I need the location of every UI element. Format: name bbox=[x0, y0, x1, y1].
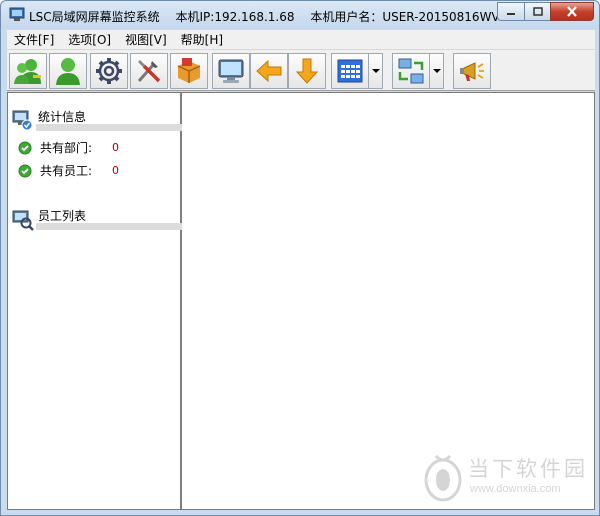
stat-row-departments: 共有部门: 0 bbox=[18, 139, 119, 156]
user-icon bbox=[56, 58, 80, 85]
app-icon bbox=[9, 7, 25, 21]
menu-options[interactable]: 选项[O] bbox=[61, 31, 118, 48]
grid-icon bbox=[337, 59, 363, 83]
package-icon bbox=[177, 58, 201, 83]
user-button[interactable] bbox=[49, 53, 87, 89]
check-circle-icon bbox=[18, 141, 32, 154]
toolbar bbox=[7, 49, 595, 91]
stat-row-employees: 共有员工: 0 bbox=[18, 162, 119, 179]
employees-count: 0 bbox=[112, 164, 119, 177]
employee-list-title[interactable]: 员工列表 bbox=[38, 207, 86, 224]
app-title: LSC局域网屏幕监控系统 bbox=[29, 10, 160, 24]
arrow-down-icon bbox=[295, 58, 319, 84]
monitor-icon bbox=[218, 59, 244, 83]
check-circle-icon bbox=[18, 164, 32, 177]
employees-label: 共有员工: bbox=[40, 164, 93, 178]
maximize-button[interactable] bbox=[524, 2, 550, 21]
menu-file[interactable]: 文件[F] bbox=[7, 31, 61, 48]
app-window: LSC局域网屏幕监控系统 本机IP:192.168.1.68 本机用户名：USE… bbox=[0, 0, 600, 516]
arrow-left-icon bbox=[256, 59, 282, 83]
window-controls bbox=[497, 2, 594, 21]
ip-address: 本机IP:192.168.1.68 bbox=[175, 10, 295, 24]
settings-button[interactable] bbox=[90, 53, 128, 89]
watermark-url: www.downxia.com bbox=[470, 483, 561, 495]
title-bar[interactable]: LSC局域网屏幕监控系统 本机IP:192.168.1.68 本机用户名：USE… bbox=[1, 1, 599, 29]
menu-view[interactable]: 视图[V] bbox=[118, 31, 174, 48]
close-icon bbox=[567, 6, 577, 17]
menu-help[interactable]: 帮助[H] bbox=[174, 31, 230, 48]
user-name: 本机用户名：USER-20150816WV bbox=[310, 10, 500, 24]
download-button[interactable] bbox=[288, 53, 326, 89]
network-transfer-icon bbox=[398, 58, 424, 84]
maximize-icon bbox=[532, 7, 543, 16]
screen-view-area[interactable] bbox=[184, 93, 594, 509]
watermark: 当下软件园 www.downxia.com bbox=[422, 452, 592, 504]
tools-icon bbox=[137, 60, 161, 83]
main-area: 统计信息 共有部门: 0 共有员工: 0 员工列表 bbox=[7, 92, 595, 510]
watermark-text: 当下软件园 bbox=[468, 457, 588, 481]
window-title: LSC局域网屏幕监控系统 本机IP:192.168.1.68 本机用户名：USE… bbox=[29, 8, 512, 25]
employee-list-icon bbox=[12, 210, 34, 231]
menu-bar: 文件[F] 选项[O] 视图[V] 帮助[H] bbox=[7, 30, 595, 49]
left-panel: 统计信息 共有部门: 0 共有员工: 0 员工列表 bbox=[8, 93, 182, 509]
layout-dropdown-button[interactable] bbox=[369, 53, 383, 89]
add-user-icon bbox=[14, 59, 41, 84]
statistics-divider bbox=[36, 124, 182, 131]
departments-label: 共有部门: bbox=[40, 141, 93, 155]
gear-icon bbox=[96, 58, 122, 84]
minimize-button[interactable] bbox=[497, 2, 524, 21]
back-button[interactable] bbox=[250, 53, 288, 89]
departments-count: 0 bbox=[112, 141, 119, 154]
employee-list-divider bbox=[36, 223, 182, 230]
statistics-icon bbox=[12, 110, 33, 131]
megaphone-icon bbox=[460, 62, 484, 81]
broadcast-button[interactable] bbox=[453, 53, 491, 89]
minimize-icon bbox=[507, 12, 515, 15]
close-button[interactable] bbox=[550, 2, 594, 21]
tools-button[interactable] bbox=[130, 53, 168, 89]
transfer-button[interactable] bbox=[392, 53, 430, 89]
statistics-title: 统计信息 bbox=[38, 110, 87, 124]
package-button[interactable] bbox=[170, 53, 208, 89]
watermark-logo-icon bbox=[424, 454, 462, 502]
add-user-button[interactable] bbox=[9, 53, 47, 89]
transfer-dropdown-button[interactable] bbox=[430, 53, 444, 89]
layout-button[interactable] bbox=[331, 53, 369, 89]
monitor-button[interactable] bbox=[212, 53, 250, 89]
